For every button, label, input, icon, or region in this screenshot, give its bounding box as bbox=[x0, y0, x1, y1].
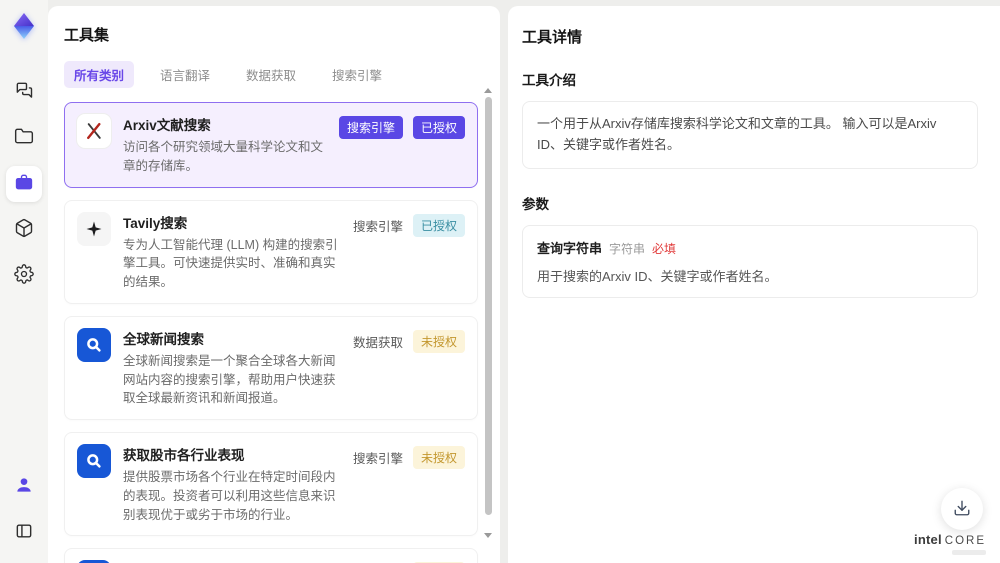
sidebar-item-collapse-sidebar[interactable] bbox=[6, 515, 42, 551]
param-required-badge: 必填 bbox=[652, 241, 677, 256]
tool-status-badge: 未授权 bbox=[412, 329, 465, 353]
param-box: 查询字符串 字符串 必填 用于搜索的Arxiv ID、关键字或作者姓名。 bbox=[522, 224, 978, 298]
tool-category-badge: 数据获取 bbox=[352, 335, 403, 350]
sidebar-item-settings[interactable] bbox=[6, 258, 42, 294]
params-heading: 参数 bbox=[522, 196, 549, 212]
app-logo-icon bbox=[8, 10, 40, 42]
tool-card[interactable]: 全球新闻搜索 全球新闻搜索是一个聚合全球各大新闻网站内容的搜索引擎，帮助用户快速… bbox=[64, 315, 478, 420]
brand-subtext bbox=[952, 550, 986, 555]
scroll-up-arrow-icon[interactable] bbox=[484, 88, 492, 93]
brand-core: CORE bbox=[944, 535, 986, 547]
tool-name: Tavily搜索 bbox=[123, 215, 188, 231]
sidebar-item-files[interactable] bbox=[6, 120, 42, 156]
sidebar-bottom bbox=[6, 469, 42, 551]
tool-list-panel: 工具集 所有类别 语言翻译 数据获取 搜索引擎 Arxiv文献搜索 访问各个研究领域大… bbox=[48, 6, 500, 563]
sidebar-item-chat[interactable] bbox=[6, 74, 42, 110]
tool-name: 获取股市各行业表现 bbox=[123, 448, 245, 463]
param-name: 查询字符串 bbox=[537, 240, 603, 256]
tool-description: 访问各个研究领域大量科学论文和文章的存储库。 bbox=[123, 140, 324, 173]
tool-description: 全球新闻搜索是一个聚合全球各大新闻网站内容的搜索引擎，帮助用户快速获取全球最新资… bbox=[123, 353, 336, 406]
intro-heading: 工具介绍 bbox=[522, 73, 576, 88]
tool-name: 全球新闻搜索 bbox=[123, 331, 204, 347]
scroll-down-arrow-icon[interactable] bbox=[484, 533, 492, 538]
user-icon bbox=[14, 475, 34, 500]
tool-list: Arxiv文献搜索 访问各个研究领域大量科学论文和文章的存储库。 搜索引擎 已授… bbox=[64, 102, 478, 563]
list-scrollbar[interactable] bbox=[483, 88, 493, 538]
cube-icon bbox=[14, 218, 34, 243]
category-tab[interactable]: 语言翻译 bbox=[150, 61, 220, 88]
tool-card[interactable]: Arxiv文献搜索 访问各个研究领域大量科学论文和文章的存储库。 搜索引擎 已授… bbox=[64, 102, 478, 188]
tool-description: 提供股票市场各个行业在特定时间段内的表现。投资者可以利用这些信息来识别表现优于或… bbox=[123, 470, 336, 522]
arxiv-icon bbox=[77, 114, 111, 148]
tavily-icon bbox=[77, 211, 111, 246]
tool-tags: 搜索引擎 未授权 bbox=[353, 444, 465, 469]
tool-card[interactable]: Tavily搜索 专为人工智能代理 (LLM) 构建的搜索引擎工具。可快速提供实… bbox=[64, 199, 478, 304]
detail-title: 工具详情 bbox=[522, 29, 583, 46]
tool-name: Arxiv文献搜索 bbox=[123, 118, 211, 133]
sidebar bbox=[0, 0, 48, 563]
tool-card[interactable]: 获取市场最活跃股票信息 提供当天交易量最高的股票列表。投资者可以利用这些信息来识… bbox=[64, 548, 478, 563]
briefcase-icon bbox=[14, 172, 34, 197]
tool-description: 专为人工智能代理 (LLM) 构建的搜索引擎工具。可快速提供实时、准确和真实的结… bbox=[123, 237, 338, 290]
download-icon bbox=[953, 499, 971, 520]
gear-icon bbox=[14, 263, 34, 289]
page-title: 工具集 bbox=[64, 27, 110, 44]
sidebar-item-tools[interactable] bbox=[6, 166, 42, 202]
category-tabs: 所有类别 语言翻译 数据获取 搜索引擎 bbox=[64, 61, 484, 88]
param-description: 用于搜索的Arxiv ID、关键字或作者姓名。 bbox=[537, 268, 778, 284]
folder-icon bbox=[14, 126, 34, 151]
sidebar-item-user[interactable] bbox=[6, 469, 42, 505]
tool-status-badge: 已授权 bbox=[412, 213, 465, 237]
category-tab[interactable]: 所有类别 bbox=[64, 61, 135, 88]
intro-text: 一个用于从Arxiv存储库搜索科学论文和文章的工具。 输入可以是Arxiv ID… bbox=[537, 116, 937, 152]
category-tab[interactable]: 数据获取 bbox=[236, 61, 306, 88]
tool-tags: 搜索引擎 已授权 bbox=[353, 212, 465, 237]
scrollbar-thumb[interactable] bbox=[484, 97, 492, 515]
tool-category-badge: 搜索引擎 bbox=[352, 219, 403, 234]
chat-icon bbox=[14, 80, 34, 105]
panel-icon bbox=[14, 521, 34, 546]
tool-detail-panel: 工具详情 工具介绍 一个用于从Arxiv存储库搜索科学论文和文章的工具。 输入可… bbox=[508, 6, 1000, 563]
category-tab[interactable]: 搜索引擎 bbox=[322, 61, 392, 88]
tool-tags: 数据获取 未授权 bbox=[353, 328, 465, 353]
tool-card[interactable]: 获取股市各行业表现 提供股票市场各个行业在特定时间段内的表现。投资者可以利用这些… bbox=[64, 432, 478, 537]
sidebar-nav bbox=[6, 74, 42, 304]
intel-core-brand: intel CORE bbox=[914, 532, 986, 555]
tool-status-badge: 未授权 bbox=[412, 446, 465, 469]
intro-box: 一个用于从Arxiv存储库搜索科学论文和文章的工具。 输入可以是Arxiv ID… bbox=[522, 101, 978, 169]
sidebar-item-packages[interactable] bbox=[6, 212, 42, 248]
param-type: 字符串 bbox=[609, 241, 646, 256]
brand-intel: intel bbox=[914, 532, 942, 547]
tool-status-badge: 已授权 bbox=[412, 116, 465, 139]
download-button[interactable] bbox=[941, 488, 983, 530]
tool-tags: 搜索引擎 已授权 bbox=[338, 114, 465, 139]
search-q-icon bbox=[77, 444, 111, 478]
tool-category-badge: 搜索引擎 bbox=[338, 116, 403, 139]
search-q-icon bbox=[77, 327, 111, 362]
tool-category-badge: 搜索引擎 bbox=[352, 452, 403, 466]
